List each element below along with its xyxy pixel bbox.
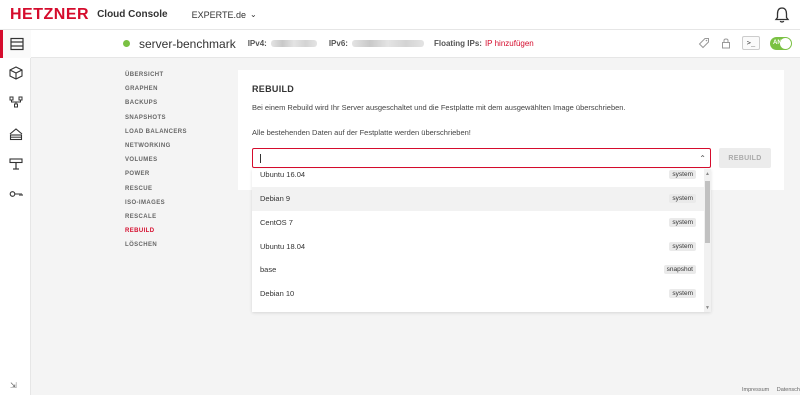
top-bar: HETZNER Cloud Console EXPERTE.de ⌄ <box>0 0 800 30</box>
option-type-badge: system <box>669 170 696 180</box>
hetzner-logo[interactable]: HETZNER <box>10 6 89 24</box>
subnav-item-rebuild[interactable]: REBUILD <box>125 224 187 238</box>
left-icon-rail <box>0 30 31 395</box>
rail-item-load-balancers[interactable] <box>0 120 31 148</box>
subnav-item-loeschen[interactable]: LÖSCHEN <box>125 238 187 252</box>
subnav-item-uebersicht[interactable]: ÜBERSICHT <box>125 68 187 82</box>
option-label: Debian 9 <box>260 194 291 204</box>
dropdown-scrollbar[interactable]: ▲ ▼ <box>704 169 711 312</box>
impressum-link[interactable]: Impressum <box>742 387 769 393</box>
network-icon <box>9 96 22 108</box>
dropdown-option[interactable]: Ubuntu 16.04 system <box>252 169 704 187</box>
app-title: Cloud Console <box>97 9 168 20</box>
subnav-item-snapshots[interactable]: SNAPSHOTS <box>125 111 187 125</box>
project-selector[interactable]: EXPERTE.de ⌄ <box>192 10 257 20</box>
server-header: server-benchmark IPv4: IPv6: Floating IP… <box>31 30 800 58</box>
footer: Impressum Datensch <box>736 387 800 393</box>
scroll-up-icon[interactable]: ▲ <box>705 171 710 177</box>
project-name: EXPERTE.de <box>191 9 246 20</box>
ipv6-redacted <box>351 40 424 47</box>
ipv4-redacted <box>270 40 317 47</box>
subnav-item-rescue[interactable]: RESCUE <box>125 182 187 196</box>
rail-item-servers[interactable] <box>0 30 31 58</box>
panel-title: REBUILD <box>252 84 295 94</box>
option-label: CentOS 7 <box>260 218 293 228</box>
option-label: Ubuntu 18.04 <box>260 242 306 252</box>
status-indicator <box>123 40 130 47</box>
dropdown-option[interactable]: CentOS 7 system <box>252 211 704 235</box>
console-button[interactable]: >_ <box>742 36 760 50</box>
firewall-icon <box>8 158 23 170</box>
lock-icon[interactable] <box>720 37 732 49</box>
option-type-badge: system <box>669 218 696 228</box>
tag-icon[interactable] <box>698 37 710 49</box>
subnav-item-backups[interactable]: BACKUPS <box>125 96 187 110</box>
add-floating-ip-link[interactable]: IP hinzufügen <box>485 39 534 48</box>
rail-item-firewalls[interactable] <box>0 150 31 178</box>
dropdown-option[interactable]: Debian 9 system <box>252 187 704 211</box>
option-type-badge: system <box>669 242 696 252</box>
image-dropdown-list: Ubuntu 16.04 system Debian 9 system Cent… <box>252 169 711 312</box>
server-name: server-benchmark <box>139 36 236 51</box>
dropdown-option[interactable]: Debian 10 system <box>252 282 704 306</box>
dropdown-option[interactable]: base snapshot <box>252 258 704 282</box>
scroll-down-icon[interactable]: ▼ <box>705 305 710 311</box>
server-subnav: ÜBERSICHT GRAPHEN BACKUPS SNAPSHOTS LOAD… <box>125 68 187 252</box>
floating-ips-label: Floating IPs: <box>433 39 482 48</box>
subnav-item-rescale[interactable]: RESCALE <box>125 210 187 224</box>
expand-icon[interactable]: ⇲ <box>10 381 17 390</box>
servers-icon <box>10 37 24 51</box>
load-balancer-icon <box>9 128 22 141</box>
subnav-item-volumes[interactable]: VOLUMES <box>125 153 187 167</box>
rebuild-description: Bei einem Rebuild wird Ihr Server ausges… <box>252 103 626 112</box>
ipv4-label: IPv4: <box>247 39 267 48</box>
subnav-item-load-balancers[interactable]: LOAD BALANCERS <box>125 125 187 139</box>
option-type-badge: snapshot <box>663 265 696 275</box>
subnav-item-graphen[interactable]: GRAPHEN <box>125 82 187 96</box>
option-label: Ubuntu 16.04 <box>260 170 306 180</box>
ipv6-label: IPv6: <box>328 39 348 48</box>
datenschutz-link[interactable]: Datensch <box>777 387 800 393</box>
scroll-thumb[interactable] <box>705 181 710 243</box>
key-icon <box>9 191 23 197</box>
rail-item-networks[interactable] <box>0 88 31 116</box>
option-label: base <box>260 265 277 275</box>
text-cursor <box>260 154 261 163</box>
power-toggle[interactable]: AN <box>770 36 792 50</box>
subnav-item-power[interactable]: POWER <box>125 167 187 181</box>
rail-item-ssh-keys[interactable] <box>0 180 31 208</box>
option-label: Debian 10 <box>260 289 295 299</box>
option-type-badge: system <box>669 194 696 204</box>
bell-icon[interactable] <box>774 6 790 24</box>
rebuild-button[interactable]: REBUILD <box>719 148 771 168</box>
image-select-input[interactable]: ⌃ <box>252 148 711 168</box>
rebuild-warning: Alle bestehenden Daten auf der Festplatt… <box>252 128 471 137</box>
subnav-item-networking[interactable]: NETWORKING <box>125 139 187 153</box>
option-type-badge: system <box>669 289 696 299</box>
rail-item-volumes[interactable] <box>0 59 31 87</box>
dropdown-option[interactable]: Ubuntu 18.04 system <box>252 235 704 259</box>
chevron-down-icon: ⌄ <box>250 10 257 19</box>
volumes-icon <box>8 66 23 80</box>
chevron-up-icon[interactable]: ⌃ <box>699 154 706 163</box>
subnav-item-iso-images[interactable]: ISO-IMAGES <box>125 196 187 210</box>
